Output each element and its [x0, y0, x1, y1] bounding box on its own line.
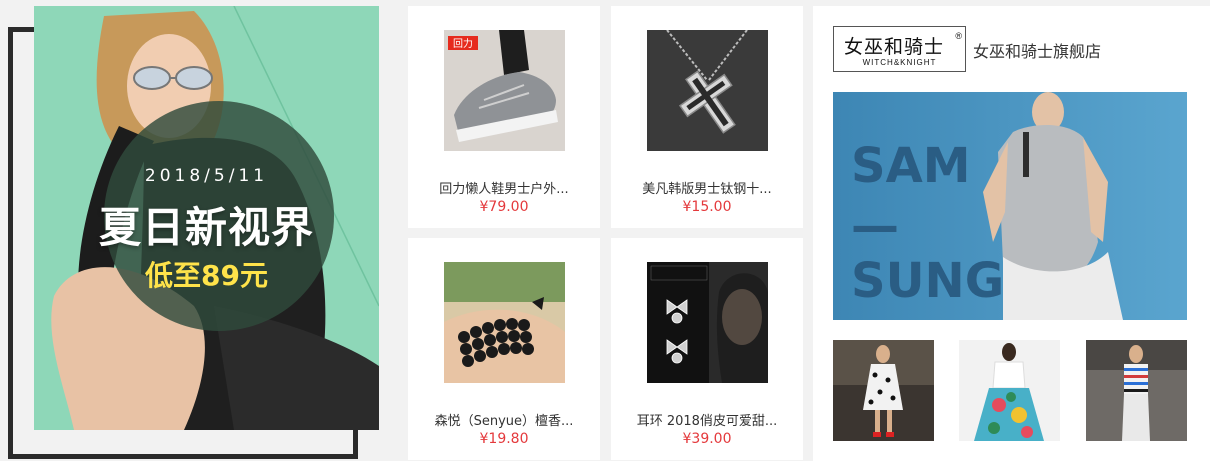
promo-date: 2018/5/11 [144, 166, 269, 186]
product-card[interactable]: 耳环 2018俏皮可爱甜... ¥39.00 [611, 238, 803, 460]
product-card[interactable]: 森悦（Senyue）檀香... ¥19.80 [408, 238, 600, 460]
product-name[interactable]: 森悦（Senyue）檀香... [418, 410, 590, 429]
shop-name[interactable]: 女巫和骑士旗舰店 [973, 38, 1101, 62]
shop-banner[interactable]: SAM — SUNG [833, 92, 1187, 320]
shop-logo[interactable]: 女巫和骑士 ® WITCH&KNIGHT [833, 26, 966, 72]
promo-title: 夏日新视界 [98, 203, 314, 252]
shop-logo-en: WITCH&KNIGHT [862, 58, 937, 67]
product-name[interactable]: 耳环 2018俏皮可爱甜... [621, 410, 793, 429]
brand-logo-text: 回力 [453, 37, 473, 50]
product-price: ¥15.00 [682, 199, 732, 215]
floral-skirt-image[interactable] [959, 340, 1060, 441]
bead-bracelet-image[interactable] [444, 262, 565, 383]
banner-text-sung: SUNG [851, 253, 1004, 309]
shop-logo-cn: 女巫和骑士 [843, 36, 944, 58]
cross-necklace-image[interactable] [647, 30, 768, 151]
product-card[interactable]: 美凡韩版男士钛钢十... ¥15.00 [611, 6, 803, 228]
product-price: ¥19.80 [479, 431, 529, 447]
bow-earrings-image[interactable] [647, 262, 768, 383]
product-price: ¥79.00 [479, 199, 529, 215]
banner-text-sam: SAM [851, 138, 970, 194]
sneaker-image[interactable]: 回力 [444, 30, 565, 151]
registered-mark-icon: ® [955, 31, 962, 41]
striped-outfit-image[interactable] [1086, 340, 1187, 441]
banner-text-dash: — [851, 198, 899, 254]
runway-polka-dress-image[interactable] [833, 340, 934, 441]
product-name[interactable]: 美凡韩版男士钛钢十... [621, 178, 793, 197]
product-card[interactable]: 回力 回力懒人鞋男士户外... ¥79.00 [408, 6, 600, 228]
shop-panel: 女巫和骑士 ® WITCH&KNIGHT 女巫和骑士旗舰店 SAM — SUNG [813, 6, 1210, 461]
promo-banner[interactable]: 2018/5/11 夏日新视界 低至89元 [34, 6, 379, 430]
product-name[interactable]: 回力懒人鞋男士户外... [418, 178, 590, 197]
promo-subtitle: 低至89元 [145, 259, 268, 292]
product-price: ¥39.00 [682, 431, 732, 447]
